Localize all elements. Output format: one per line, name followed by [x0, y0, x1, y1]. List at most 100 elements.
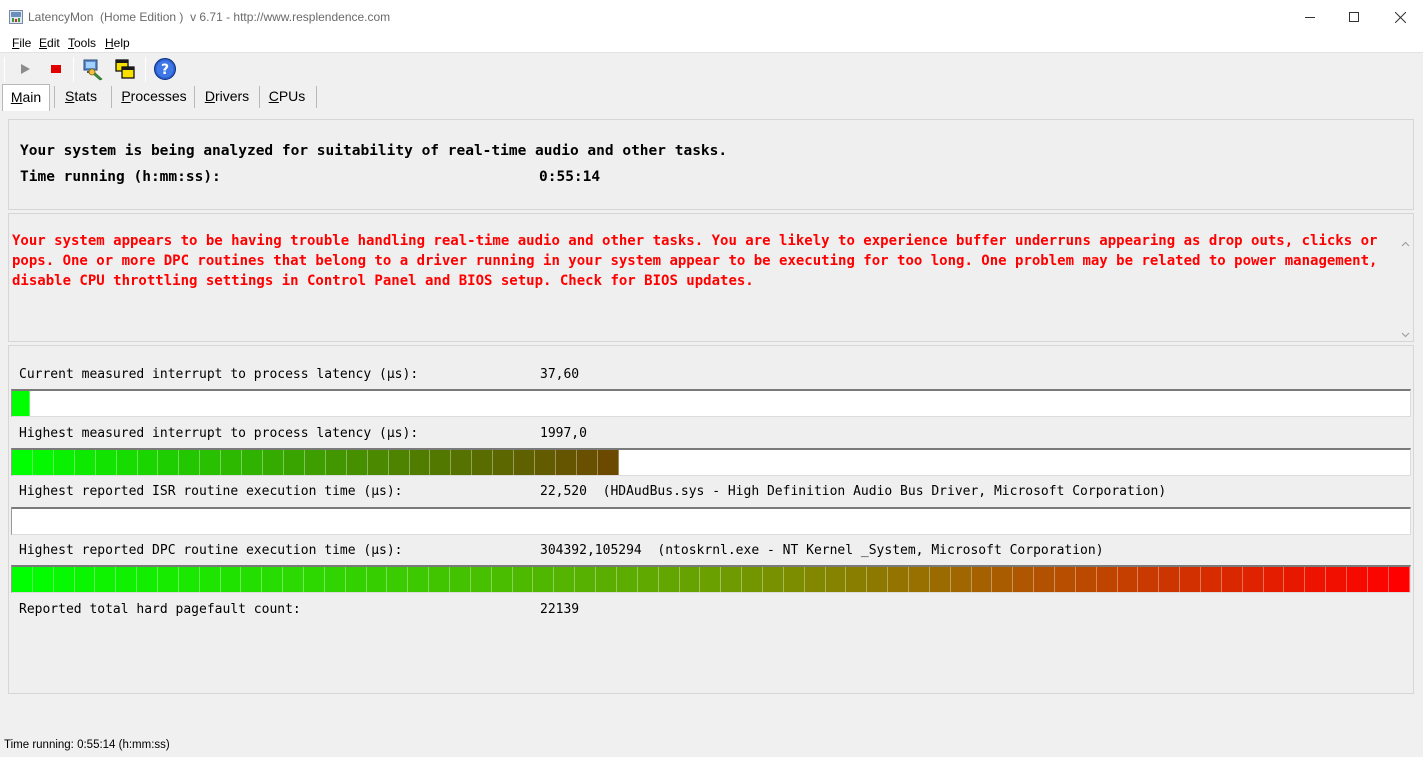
meter-segment — [1096, 567, 1118, 592]
tab-main-accel: M — [10, 89, 23, 105]
meter-segment — [514, 450, 536, 475]
meter-segment — [1159, 567, 1181, 592]
tab-drivers[interactable]: Drivers — [198, 84, 256, 110]
meter-segment — [200, 450, 222, 475]
menu-bar: File Edit Tools Help — [0, 34, 1423, 53]
tab-cpus[interactable]: CPUs — [262, 84, 312, 110]
meter-segment — [430, 450, 452, 475]
meter-segment — [324, 567, 346, 592]
conclusion-panel[interactable]: Your system appears to be having trouble… — [8, 213, 1414, 342]
tab-cpus-accel: C — [268, 88, 279, 104]
help-button[interactable]: ? — [152, 57, 178, 83]
meter-segment — [450, 567, 471, 592]
meter-segment — [1263, 567, 1285, 592]
meter-segment — [535, 450, 556, 475]
meter-segment — [493, 450, 515, 475]
tab-main-label: ain — [22, 89, 42, 105]
maximize-button[interactable] — [1331, 0, 1377, 34]
meter-segment — [658, 567, 680, 592]
meter-segment — [137, 450, 159, 475]
meter-segment — [700, 567, 722, 592]
highest-dpc-value-line: 304392,105294 (ntoskrnl.exe - NT Kernel … — [540, 543, 1104, 558]
highest-isr-value-line: 22,520 (HDAudBus.sys - High Definition A… — [540, 484, 1166, 499]
meter-segment — [616, 567, 638, 592]
meter-segment — [554, 567, 576, 592]
menu-file[interactable]: File — [12, 36, 31, 50]
meter-segment — [1180, 567, 1201, 592]
tab-drivers-label: rivers — [214, 88, 250, 104]
meter-segment — [137, 567, 159, 592]
meter-segment — [32, 567, 54, 592]
meter-segment — [1347, 567, 1368, 592]
windows-button[interactable] — [112, 57, 138, 83]
tab-processes-label: rocesses — [130, 88, 187, 104]
tab-processes[interactable]: Processes — [115, 84, 193, 110]
scroll-down-icon[interactable] — [1401, 327, 1410, 341]
meter-segment — [679, 567, 701, 592]
scroll-up-icon[interactable] — [1401, 236, 1410, 250]
toolbar-grip — [4, 57, 5, 82]
meter-segment — [533, 567, 555, 592]
tab-separator — [194, 86, 195, 108]
minimize-icon — [1305, 12, 1315, 22]
analysis-panel: Your system is being analyzed for suitab… — [8, 119, 1414, 210]
metrics-panel: Current measured interrupt to process la… — [8, 345, 1414, 694]
meter-segment — [1138, 567, 1160, 592]
tab-separator — [54, 86, 55, 108]
stop-monitor-button[interactable] — [43, 57, 69, 83]
start-monitor-button[interactable] — [12, 57, 38, 83]
menu-edit-accel: E — [39, 36, 48, 50]
minimize-button[interactable] — [1287, 0, 1333, 34]
menu-help[interactable]: Help — [105, 36, 130, 50]
meter-segment — [345, 567, 367, 592]
meter-segment — [637, 567, 659, 592]
menu-tools[interactable]: Tools — [68, 36, 96, 50]
maximize-icon — [1349, 12, 1359, 22]
meter-segment — [1013, 567, 1035, 592]
tab-stats[interactable]: Stats — [57, 84, 105, 110]
analysis-message: Your system is being analyzed for suitab… — [20, 143, 728, 159]
meter-segment — [304, 450, 326, 475]
meter-segment — [346, 450, 368, 475]
meter-segment — [1367, 567, 1389, 592]
meter-segment — [1242, 567, 1264, 592]
meter-segment — [512, 567, 534, 592]
system-info-button[interactable] — [80, 57, 106, 83]
meter-segment — [74, 450, 96, 475]
meter-segment — [221, 450, 243, 475]
meter-segment — [388, 450, 410, 475]
meter-fill — [12, 391, 30, 416]
meter-segment — [283, 450, 305, 475]
latencymon-app-icon — [9, 10, 23, 24]
title-bar: LatencyMon (Home Edition ) v 6.71 - http… — [0, 0, 1423, 34]
meter-segment — [116, 567, 138, 592]
meter-segment — [304, 567, 325, 592]
meter-segment — [387, 567, 409, 592]
meter-segment — [1305, 567, 1327, 592]
tab-main[interactable]: Main — [2, 84, 50, 111]
meter-segment — [575, 567, 597, 592]
stop-icon — [49, 62, 63, 79]
meter-segment — [32, 450, 54, 475]
meter-segment — [1284, 567, 1306, 592]
meter-segment — [1388, 567, 1410, 592]
meter-segment — [158, 450, 180, 475]
meter-segment — [12, 391, 30, 416]
tab-separator — [259, 86, 260, 108]
tab-separator — [111, 86, 112, 108]
menu-help-label: elp — [113, 36, 130, 50]
close-button[interactable] — [1377, 0, 1423, 34]
time-running-label: Time running (h:mm:ss): — [20, 169, 221, 185]
menu-edit[interactable]: Edit — [39, 36, 60, 50]
meter-segment — [929, 567, 951, 592]
meter-segment — [409, 450, 431, 475]
meter-segment — [1326, 567, 1347, 592]
highest-dpc-value: 304392,105294 — [540, 543, 642, 558]
meter-fill — [12, 450, 619, 475]
tab-drivers-accel: D — [204, 88, 215, 104]
meter-segment — [241, 567, 263, 592]
meter-segment — [116, 450, 138, 475]
meter-segment — [325, 450, 347, 475]
meter-segment — [178, 567, 200, 592]
meter-segment — [366, 567, 388, 592]
